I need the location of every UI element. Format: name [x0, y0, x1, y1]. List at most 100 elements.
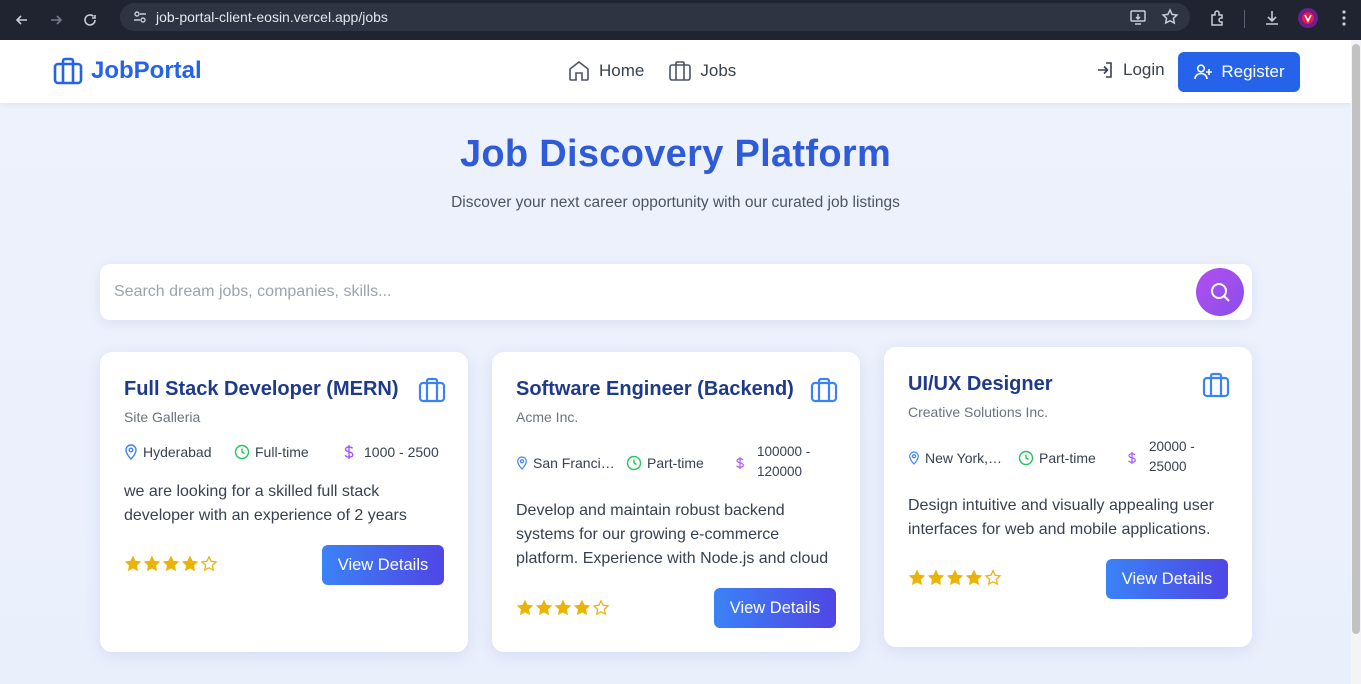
forward-icon[interactable] — [44, 8, 68, 32]
map-pin-icon — [125, 444, 137, 460]
star-filled-icon — [124, 555, 142, 572]
star-filled-icon — [554, 599, 572, 616]
menu-kebab-icon[interactable] — [1332, 6, 1356, 30]
salary-line: 120000 — [757, 464, 803, 479]
briefcase-icon — [1202, 372, 1230, 398]
type-text: Part-time — [1039, 450, 1096, 466]
star-filled-icon — [927, 569, 945, 586]
company-name: Acme Inc. — [516, 409, 579, 425]
job-location: New York, NY — [908, 450, 1018, 466]
star-filled-icon — [162, 555, 180, 572]
company-name: Site Galleria — [124, 409, 201, 425]
star-filled-icon — [946, 569, 964, 586]
nav-home-label: Home — [599, 61, 645, 80]
job-card[interactable]: Full Stack Developer (MERN) Site Galleri… — [100, 352, 468, 652]
star-empty-icon — [592, 599, 610, 616]
location-text: New York, NY — [925, 450, 1005, 466]
map-pin-icon — [517, 456, 527, 470]
login-link[interactable]: Login — [1095, 60, 1165, 80]
salary-line: 100000 - — [757, 444, 811, 459]
clock-icon — [1018, 450, 1034, 466]
dollar-icon — [1128, 452, 1136, 464]
rating-stars — [908, 569, 1002, 587]
address-bar[interactable]: job-portal-client-eosin.vercel.app/jobs — [120, 3, 1190, 31]
salary-line: 25000 — [1149, 459, 1187, 474]
job-title[interactable]: UI/UX Designer — [908, 373, 1052, 396]
search-button[interactable] — [1196, 268, 1244, 316]
nav-home[interactable]: Home — [567, 59, 644, 83]
job-location: San Francisco, CA — [516, 455, 626, 471]
rating-stars — [516, 599, 610, 617]
view-details-button[interactable]: View Details — [1106, 559, 1228, 599]
register-button[interactable]: Register — [1178, 52, 1300, 92]
login-label: Login — [1123, 60, 1165, 79]
scrollbar-thumb[interactable] — [1352, 44, 1360, 634]
briefcase-icon — [53, 57, 83, 85]
type-text: Part-time — [647, 455, 704, 471]
star-filled-icon — [516, 599, 534, 616]
star-filled-icon — [143, 555, 161, 572]
install-app-icon[interactable] — [1128, 7, 1148, 31]
site-settings-icon[interactable] — [130, 7, 150, 27]
job-salary: 1000 - 2500 — [342, 444, 439, 460]
site-header: JobPortal Home Jobs Login Register — [0, 40, 1351, 103]
downloads-icon[interactable] — [1260, 6, 1284, 30]
job-description: we are looking for a skilled full stack … — [124, 483, 407, 524]
star-empty-icon — [200, 555, 218, 572]
profile-avatar-icon[interactable] — [1296, 6, 1320, 30]
job-meta: Hyderabad Full-time 1000 - 2500 — [124, 444, 439, 460]
map-pin-icon — [909, 451, 919, 465]
search-input[interactable] — [114, 278, 1174, 306]
rating-stars — [124, 555, 218, 573]
nav-jobs-label: Jobs — [700, 61, 737, 80]
job-card[interactable]: Software Engineer (Backend) Acme Inc. Sa… — [492, 352, 860, 652]
job-title[interactable]: Software Engineer (Backend) — [516, 378, 794, 401]
briefcase-icon — [418, 377, 446, 403]
star-filled-icon — [535, 599, 553, 616]
briefcase-icon — [810, 377, 838, 403]
company-name: Creative Solutions Inc. — [908, 404, 1049, 420]
logo-link[interactable]: JobPortal — [53, 56, 202, 86]
salary-text: 20000 - 25000 — [1149, 437, 1195, 477]
salary-text: 1000 - 2500 — [364, 444, 439, 460]
user-plus-icon — [1194, 64, 1213, 80]
logo-text: JobPortal — [91, 57, 202, 84]
nav-jobs[interactable]: Jobs — [668, 59, 736, 83]
star-filled-icon — [908, 569, 926, 586]
job-description: Design intuitive and visually appealing … — [908, 497, 1214, 538]
url-text[interactable]: job-portal-client-eosin.vercel.app/jobs — [156, 9, 388, 25]
briefcase-icon — [669, 61, 692, 81]
page: JobPortal Home Jobs Login Register Job D… — [0, 40, 1351, 684]
back-icon[interactable] — [10, 8, 34, 32]
clock-icon — [626, 455, 642, 471]
job-description: Develop and maintain robust backend syst… — [516, 499, 838, 571]
page-title: Job Discovery Platform — [459, 133, 892, 175]
main-nav: Home Jobs — [567, 59, 736, 83]
star-empty-icon — [984, 569, 1002, 586]
login-icon — [1098, 62, 1112, 78]
job-description-text: Develop and maintain robust backend syst… — [516, 502, 829, 567]
search-bar — [100, 264, 1252, 320]
job-salary: 20000 - 25000 — [1126, 439, 1195, 477]
location-text: Hyderabad — [143, 444, 212, 460]
dollar-icon — [736, 457, 744, 469]
browser-toolbar: job-portal-client-eosin.vercel.app/jobs — [0, 0, 1361, 40]
location-text: San Francisco, CA — [533, 455, 617, 471]
clock-icon — [234, 444, 250, 460]
job-title[interactable]: Full Stack Developer (MERN) — [124, 378, 399, 401]
job-type: Part-time — [626, 455, 734, 471]
extensions-icon[interactable] — [1206, 6, 1230, 30]
star-filled-icon — [965, 569, 983, 586]
job-meta: San Francisco, CA Part-time 100000 - 120… — [516, 444, 810, 482]
job-salary: 100000 - 120000 — [734, 444, 810, 482]
job-card[interactable]: UI/UX Designer Creative Solutions Inc. N… — [884, 347, 1252, 647]
page-subtitle: Discover your next career opportunity wi… — [451, 194, 900, 211]
bookmark-star-icon[interactable] — [1160, 7, 1180, 31]
register-label: Register — [1221, 62, 1285, 81]
toolbar-divider — [1244, 10, 1245, 28]
view-details-button[interactable]: View Details — [322, 545, 444, 585]
salary-text: 100000 - 120000 — [757, 442, 810, 482]
reload-icon[interactable] — [78, 8, 102, 32]
home-icon — [569, 60, 589, 81]
view-details-button[interactable]: View Details — [714, 588, 836, 628]
